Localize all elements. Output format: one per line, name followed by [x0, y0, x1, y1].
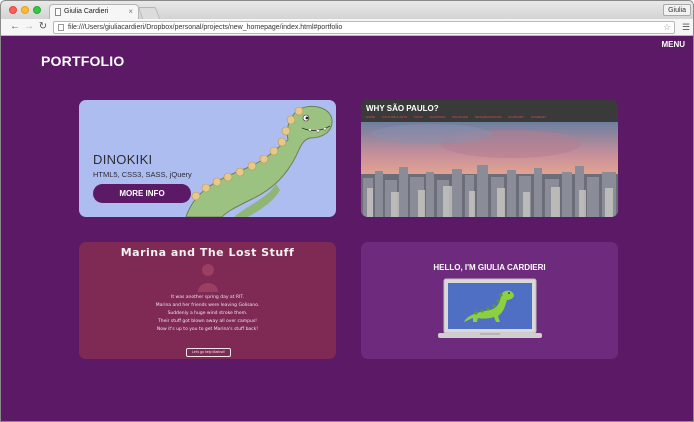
project-title: DINOKIKI: [93, 152, 153, 167]
menu-link[interactable]: MENU: [661, 40, 685, 49]
nav-item: HOME: [366, 115, 375, 119]
story-line: Their stuff got blown away all over camp…: [158, 319, 257, 324]
file-icon: [58, 24, 64, 31]
back-arrow-icon[interactable]: ←: [9, 21, 21, 33]
marina-story: It was another spring day at RIT. Marina…: [109, 294, 306, 334]
story-line: Now it's up to you to get Marina's stuff…: [156, 327, 259, 332]
browser-toolbar: ← → ↻ file:///Users/giuliacardieri/Dropb…: [1, 19, 693, 36]
new-tab-button[interactable]: [137, 7, 161, 19]
nav-item: CULTURE & ARTS: [381, 115, 408, 119]
close-window-icon[interactable]: [9, 6, 17, 14]
sao-paulo-header: WHY SÃO PAULO? HOME CULTURE & ARTS FOOD …: [361, 100, 618, 122]
reload-icon[interactable]: ↻: [37, 21, 49, 33]
maximize-window-icon[interactable]: [33, 6, 41, 14]
project-tech: HTML5, CSS3, SASS, jQuery: [93, 170, 192, 179]
browser-window: Giulia Cardieri × Giulia ← → ↻ file:///U…: [0, 0, 694, 422]
city-skyline-photo: [361, 122, 618, 217]
project-card-dinokiki[interactable]: DINOKIKI HTML5, CSS3, SASS, jQuery MORE …: [79, 100, 336, 217]
nav-item: NIGHTLIFE: [452, 115, 468, 119]
girl-illustration: [198, 264, 218, 292]
laptop-illustration: [438, 278, 542, 338]
address-bar[interactable]: file:///Users/giuliacardieri/Dropbox/per…: [53, 21, 675, 34]
minimize-window-icon[interactable]: [21, 6, 29, 14]
more-info-button[interactable]: MORE INFO: [93, 184, 191, 203]
portfolio-logo[interactable]: PORTFOLIO: [41, 53, 124, 69]
hamburger-menu-icon[interactable]: ☰: [682, 22, 690, 32]
dinosaur-illustration: [185, 105, 333, 217]
nav-item: ECONOMY: [508, 115, 525, 119]
profile-button[interactable]: Giulia: [663, 4, 691, 16]
project-title: WHY SÃO PAULO?: [366, 104, 439, 113]
page-icon: [55, 8, 61, 16]
url-text[interactable]: file:///Users/giuliacardieri/Dropbox/per…: [68, 22, 342, 33]
nav-item: NEIGHBORHOODS: [474, 115, 502, 119]
bookmark-star-icon[interactable]: ☆: [663, 22, 671, 33]
nav-item: FOOD: [414, 115, 423, 119]
project-card-marina[interactable]: Marina and The Lost Stuff It was another…: [79, 242, 336, 359]
story-line: Marina and her friends were leaving Goli…: [155, 303, 260, 308]
project-title: HELLO, I'M GIULIA CARDIERI: [433, 263, 546, 272]
help-marina-button[interactable]: Let's go help Marina!!: [186, 348, 231, 357]
page-content: PORTFOLIO MENU DINOKIKI HTML5, CSS3, SAS…: [1, 37, 693, 421]
story-line: It was another spring day at RIT.: [171, 295, 244, 300]
project-card-hello[interactable]: HELLO, I'M GIULIA CARDIERI: [361, 242, 618, 359]
project-card-sao-paulo[interactable]: WHY SÃO PAULO? HOME CULTURE & ARTS FOOD …: [361, 100, 618, 217]
title-bar: Giulia Cardieri × Giulia: [1, 1, 693, 19]
project-title: Marina and The Lost Stuff: [120, 246, 295, 259]
nav-item: SHOPPING: [429, 115, 446, 119]
tab-close-icon[interactable]: ×: [128, 7, 133, 16]
tab-title: Giulia Cardieri: [64, 8, 109, 15]
forward-arrow-icon[interactable]: →: [23, 21, 35, 33]
sao-paulo-nav: HOME CULTURE & ARTS FOOD SHOPPING NIGHTL…: [366, 115, 552, 119]
story-line: Suddenly a huge wind stroke them.: [167, 311, 248, 316]
nav-item: SUMMARY: [531, 115, 547, 119]
browser-tab[interactable]: Giulia Cardieri ×: [49, 4, 139, 19]
